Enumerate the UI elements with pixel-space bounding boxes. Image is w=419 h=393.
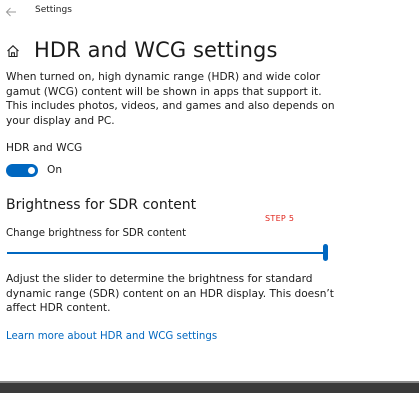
taskbar	[0, 383, 419, 393]
hdr-wcg-label: HDR and WCG	[6, 142, 83, 154]
sdr-slider-label: Change brightness for SDR content	[6, 228, 187, 239]
intro-text: When turned on, high dynamic range (HDR)…	[6, 71, 335, 128]
hdr-wcg-toggle-row: On	[6, 162, 62, 178]
title-bar: Settings	[0, 0, 419, 20]
slider-thumb[interactable]	[323, 244, 328, 261]
home-icon	[6, 43, 20, 58]
sdr-brightness-title: Brightness for SDR content	[6, 197, 197, 213]
toggle-state-label: On	[47, 164, 63, 176]
learn-more-link[interactable]: Learn more about HDR and WCG settings	[6, 330, 217, 344]
sdr-brightness-slider[interactable]	[7, 244, 328, 262]
step-annotation: STEP 5	[265, 214, 295, 223]
toggle-knob	[28, 166, 35, 174]
slider-track-filled	[7, 252, 324, 254]
window-title: Settings	[35, 5, 72, 15]
page-header: HDR and WCG settings	[6, 37, 278, 63]
back-arrow-icon[interactable]	[5, 3, 17, 17]
page-title: HDR and WCG settings	[34, 38, 278, 62]
sdr-description: Adjust the slider to determine the brigh…	[6, 273, 334, 315]
hdr-wcg-toggle[interactable]	[6, 163, 38, 177]
